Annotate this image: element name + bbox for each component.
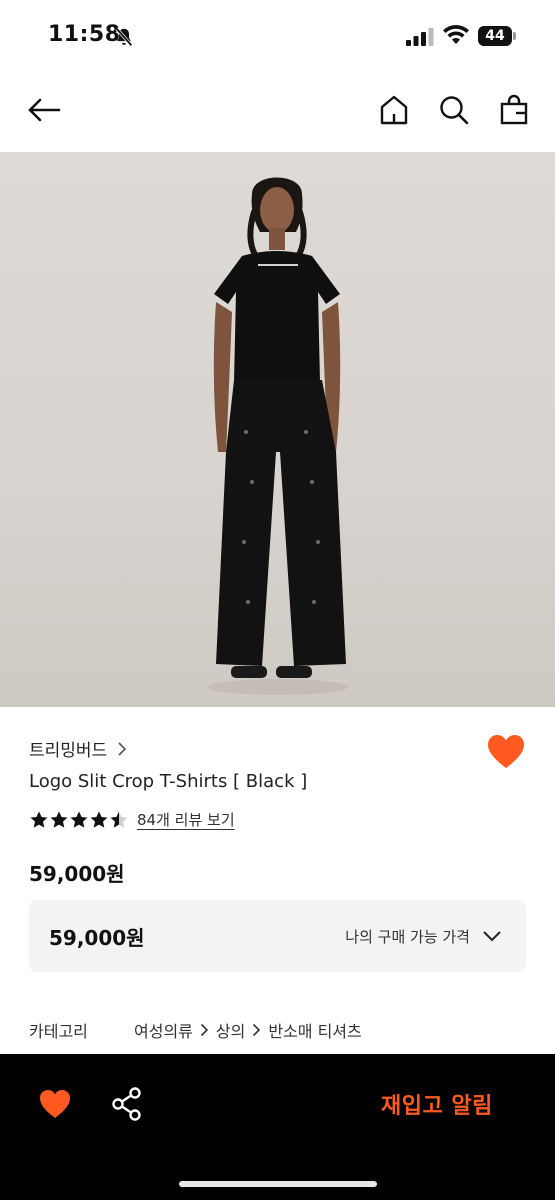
search-button[interactable]	[434, 90, 474, 130]
purchasable-price-label: 나의 구매 가능 가격	[345, 928, 470, 946]
product-price: 59,000원	[29, 862, 125, 886]
category-breadcrumb: 여성의류 상의 반소매 티셔츠	[134, 1018, 362, 1042]
rating-row: 84개 리뷰 보기	[29, 809, 235, 830]
shopping-bag-icon	[500, 94, 528, 125]
brand-name: 트리밍버드	[29, 741, 108, 761]
battery-level: 44	[485, 28, 505, 44]
crumb-tops[interactable]: 상의	[216, 1018, 245, 1042]
chevron-down-icon	[483, 931, 501, 942]
purchasable-price-value: 59,000원	[49, 926, 145, 950]
product-photo	[208, 177, 348, 695]
star-icon	[70, 811, 88, 828]
restock-alert-button[interactable]: 재입고 알림	[381, 1088, 493, 1120]
star-icon	[50, 811, 68, 828]
home-icon	[380, 95, 408, 125]
crumb-women-clothing[interactable]: 여성의류	[134, 1018, 193, 1042]
wishlist-heart-icon[interactable]	[486, 733, 526, 771]
star-half-icon	[110, 811, 128, 828]
status-time: 11:58	[48, 22, 121, 47]
product-image[interactable]	[0, 152, 555, 707]
back-button[interactable]	[24, 90, 64, 130]
chevron-right-icon	[253, 1023, 261, 1037]
wifi-icon	[443, 24, 469, 44]
cart-button[interactable]	[494, 90, 534, 130]
crumb-short-sleeve-tshirts[interactable]: 반소매 티셔츠	[268, 1018, 361, 1042]
brand-link[interactable]: 트리밍버드	[29, 736, 127, 761]
purchasable-price-dropdown[interactable]: 59,000원 나의 구매 가능 가격	[29, 900, 526, 972]
star-icon	[30, 811, 48, 828]
status-bar: 11:58 44	[0, 0, 555, 72]
star-icon	[90, 811, 108, 828]
home-button[interactable]	[374, 90, 414, 130]
category-label: 카테고리	[29, 1022, 88, 1041]
heart-icon[interactable]	[38, 1088, 72, 1120]
battery-icon: 44	[478, 26, 516, 46]
share-icon[interactable]	[111, 1087, 143, 1121]
search-icon	[440, 96, 469, 125]
review-link[interactable]: 84개 리뷰 보기	[137, 809, 235, 830]
back-arrow-icon	[28, 98, 61, 122]
chevron-right-icon	[118, 741, 127, 756]
bell-muted-icon	[115, 27, 133, 47]
top-nav-bar	[0, 72, 555, 150]
home-indicator	[179, 1181, 377, 1187]
cellular-signal-icon	[406, 28, 434, 46]
product-name: Logo Slit Crop T-Shirts [ Black ]	[29, 771, 308, 792]
star-rating	[29, 810, 129, 830]
chevron-right-icon	[200, 1023, 209, 1037]
bottom-action-bar: 재입고 알림	[0, 1054, 555, 1200]
